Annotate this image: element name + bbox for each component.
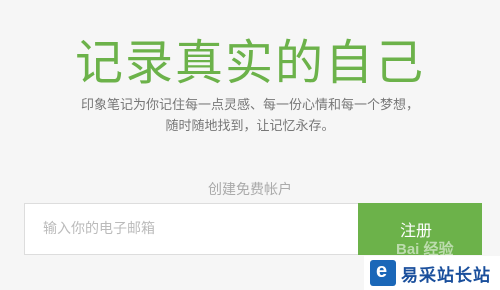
- site-watermark: 易采站长站: [364, 256, 500, 290]
- hero-tagline-line1: 印象笔记为你记住每一点灵感、每一份心情和每一个梦想，: [80, 98, 419, 113]
- create-account-label: 创建免费帐户: [208, 182, 292, 198]
- email-field[interactable]: [24, 203, 358, 255]
- hero-tagline-line2: 随时随地找到，让记忆永存。: [165, 119, 335, 134]
- site-watermark-text: 易采站长站: [401, 265, 491, 286]
- hero-title: 记录真实的自己: [74, 35, 425, 91]
- e-logo-icon: [370, 260, 396, 286]
